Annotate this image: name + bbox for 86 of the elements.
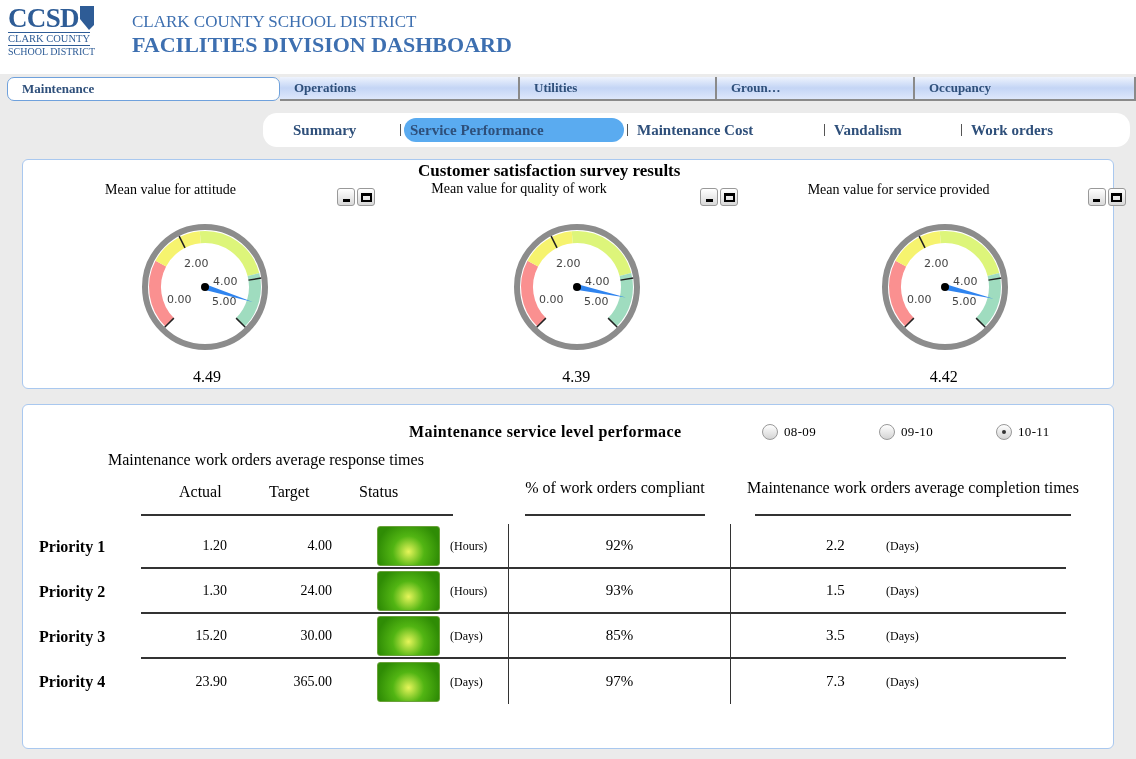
- table-cell-text: (Days): [886, 627, 919, 645]
- status-indicator: [377, 570, 440, 611]
- table-cell-text: 1.20: [201, 537, 227, 555]
- radio-button[interactable]: [996, 424, 1012, 440]
- table-cell-text: 365.00: [292, 673, 332, 691]
- table-cell-text: 2.2: [826, 536, 846, 556]
- radio-label: 09-10: [901, 423, 933, 442]
- row-label: Priority 3: [38, 626, 107, 648]
- subtab[interactable]: Vandalism: [828, 118, 958, 142]
- gauge-tick-label: 4.00: [213, 275, 238, 288]
- table-cell-text: 15.20: [194, 627, 227, 645]
- gauge-title: Mean value for quality of work: [431, 181, 607, 197]
- table-cell-text: 30.00: [299, 627, 332, 645]
- gauge-tick-label: 0.00: [167, 293, 192, 306]
- row-label: Priority 4: [38, 671, 107, 693]
- radio-button[interactable]: [879, 424, 895, 440]
- section-subtitle: Maintenance work orders average response times: [108, 450, 425, 470]
- gauge-tick-label: 0.00: [906, 293, 932, 306]
- radio-label: 10-11: [1018, 423, 1050, 442]
- panel-title: Customer satisfaction survey results: [418, 163, 681, 179]
- status-indicator: [377, 661, 440, 702]
- table-cell-text: (Days): [450, 673, 484, 691]
- logo-text: CCSD: [8, 4, 79, 32]
- table-cell-text: 4.00: [306, 537, 332, 555]
- table-cell-text: 24.00: [299, 582, 332, 600]
- dashboard-title: FACILITIES DIVISION DASHBOARD: [132, 32, 512, 58]
- gauge-tick-label: 0.00: [539, 293, 564, 306]
- minimize-button[interactable]: [337, 188, 355, 206]
- column-header: Maintenance work orders average completion times: [747, 478, 1079, 499]
- maximize-button[interactable]: [720, 188, 739, 206]
- row-label: Priority 2: [38, 581, 107, 603]
- column-header: Status: [359, 482, 400, 502]
- gauge-tick-label: 5.00: [584, 295, 609, 308]
- main-tab[interactable]: Groun…: [717, 77, 915, 101]
- column-header: Target: [269, 482, 311, 503]
- table-cell-text: 92%: [605, 536, 634, 556]
- subtab[interactable]: Maintenance Cost: [631, 118, 821, 142]
- state-outline-icon: [78, 5, 95, 31]
- radio-button[interactable]: [762, 424, 778, 440]
- table-cell-text: 1.30: [201, 582, 227, 600]
- table-cell-text: 3.5: [826, 626, 846, 646]
- row-label: Priority 1: [38, 536, 107, 558]
- logo-subtitle: CLARK COUNTY: [8, 32, 90, 46]
- minimize-button[interactable]: [1087, 188, 1106, 206]
- section-title: Maintenance service level performace: [409, 422, 683, 443]
- table-cell-text: (Days): [886, 582, 919, 600]
- table-cell-text: 97%: [605, 672, 634, 692]
- gauge-tick-label: 5.00: [951, 295, 977, 308]
- minimize-button[interactable]: [700, 188, 719, 206]
- subtab[interactable]: Summary: [287, 118, 397, 142]
- maximize-button[interactable]: [357, 188, 375, 206]
- column-header: Actual: [179, 482, 223, 502]
- table-cell-text: 23.90: [194, 673, 227, 691]
- gauge-tick-label: 2.00: [556, 257, 581, 270]
- maximize-button[interactable]: [1107, 188, 1126, 206]
- main-tab[interactable]: Operations: [280, 77, 520, 101]
- gauge-tick-label: 4.00: [952, 275, 978, 288]
- gauge-title: Mean value for service provided: [807, 182, 990, 198]
- gauge-tick-label: 2.00: [184, 257, 209, 270]
- column-header: % of work orders compliant: [525, 478, 705, 499]
- status-indicator: [377, 615, 440, 656]
- table-cell-text: (Days): [886, 673, 919, 691]
- gauge-title: Mean value for attitude: [105, 182, 236, 198]
- table-cell-text: 7.3: [826, 672, 846, 692]
- table-cell-text: (Hours): [450, 537, 489, 555]
- main-tab[interactable]: Occupancy: [915, 77, 1136, 101]
- main-tab[interactable]: Utilities: [520, 77, 717, 101]
- org-name: CLARK COUNTY SCHOOL DISTRICT: [132, 12, 418, 32]
- gauge-needle: [940, 283, 994, 299]
- gauge-value: 4.49: [193, 367, 221, 387]
- table-cell-text: 93%: [605, 581, 634, 601]
- gauge-value: 4.39: [562, 367, 591, 387]
- status-indicator: [377, 525, 440, 566]
- table-cell-text: (Hours): [450, 582, 489, 600]
- table-cell-text: (Days): [450, 627, 484, 645]
- subtab[interactable]: Work orders: [965, 118, 1105, 142]
- table-cell-text: 85%: [605, 626, 634, 646]
- table-cell-text: 1.5: [826, 581, 846, 601]
- gauge-value: 4.42: [929, 367, 958, 387]
- main-tab[interactable]: Maintenance: [7, 77, 280, 101]
- gauge-tick-label: 4.00: [585, 275, 610, 288]
- radio-label: 08-09: [784, 423, 816, 442]
- gauge-tick-label: 2.00: [923, 257, 949, 270]
- gauge-tick-label: 5.00: [212, 295, 237, 308]
- table-cell-text: (Days): [886, 537, 919, 555]
- logo-subtitle: SCHOOL DISTRICT: [8, 46, 96, 58]
